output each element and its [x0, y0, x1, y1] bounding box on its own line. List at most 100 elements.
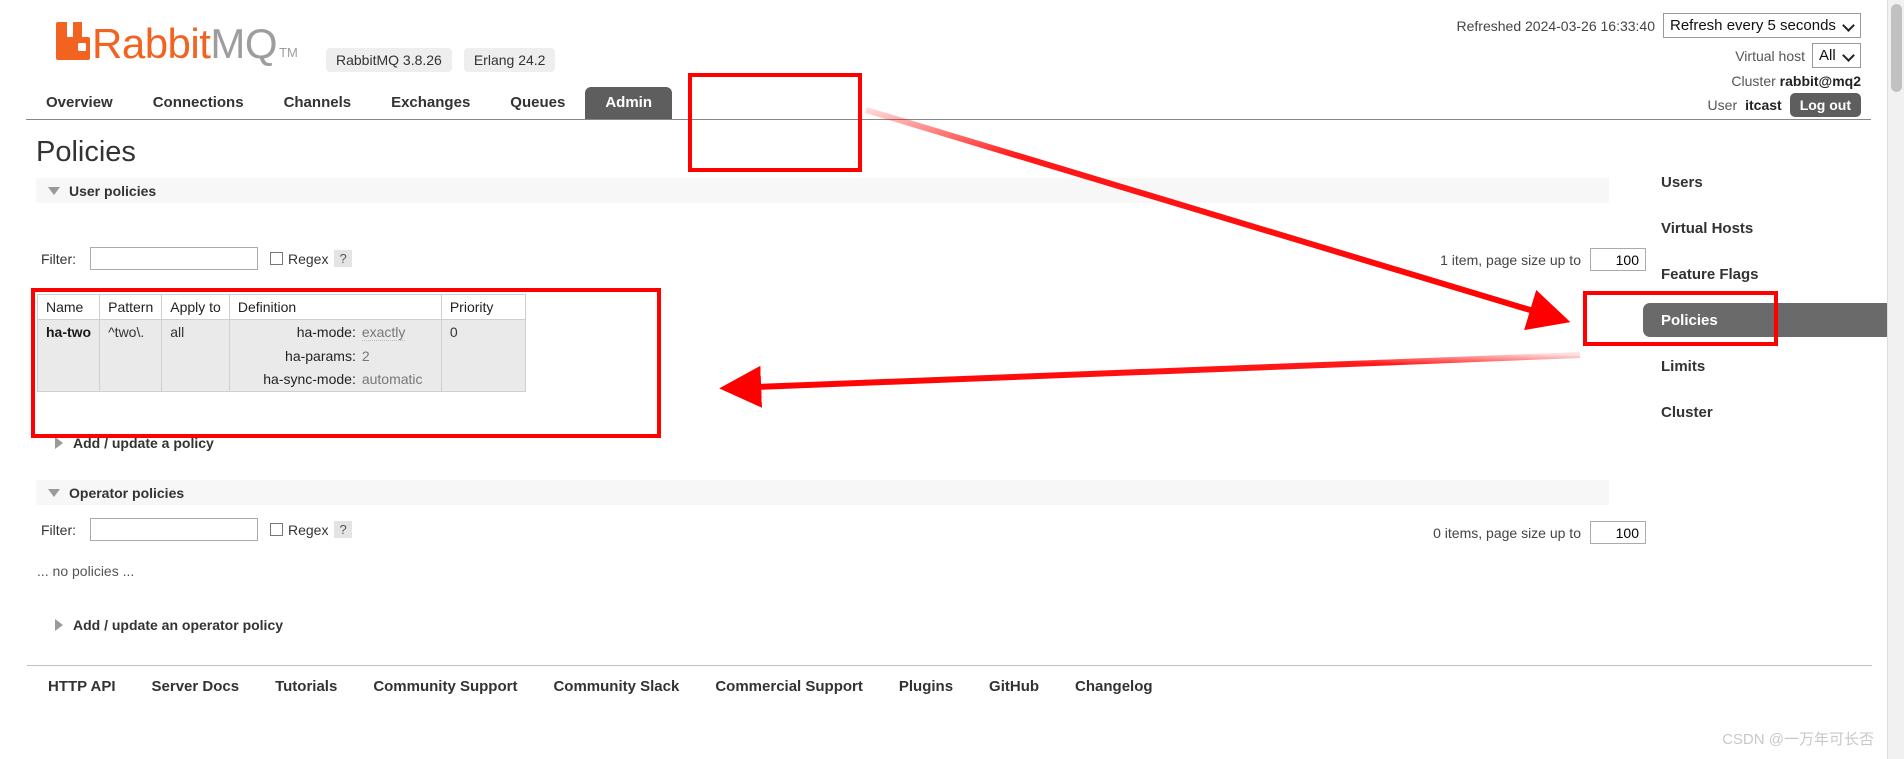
sidebar-item-label: Users — [1661, 173, 1703, 191]
footer-link-plugins[interactable]: Plugins — [899, 678, 953, 695]
vhost-select-wrap[interactable]: All — [1812, 43, 1861, 68]
user-policies-pagination: 1 item, page size up to — [1440, 248, 1646, 271]
annotation-arrow-policies-to-table — [719, 352, 1581, 408]
chevron-right-icon — [55, 437, 63, 449]
rabbitmq-logo[interactable]: Rabbit MQ TM — [56, 22, 298, 65]
tab-queues[interactable]: Queues — [490, 87, 585, 119]
definition-key: ha-sync-mode: — [263, 371, 356, 387]
user-filter-label: Filter: — [41, 250, 76, 267]
logo-text-mq: MQ — [210, 20, 278, 67]
definition-item: ha-sync-mode: automatic — [238, 371, 433, 387]
definition-key: ha-mode: — [296, 324, 356, 340]
sidebar-item-feature-flags[interactable]: Feature Flags — [1643, 257, 1887, 291]
sidebar-item-label: Virtual Hosts — [1661, 219, 1754, 237]
footer-link-changelog[interactable]: Changelog — [1075, 678, 1153, 695]
vhost-label: Virtual host — [1735, 47, 1805, 64]
sidebar-item-users[interactable]: Users — [1643, 165, 1887, 199]
col-pattern[interactable]: Pattern — [99, 294, 163, 320]
user-pagination-text: 1 item, page size up to — [1440, 251, 1581, 268]
add-update-policy-label: Add / update a policy — [73, 435, 214, 451]
col-apply-to[interactable]: Apply to — [161, 294, 230, 320]
rabbitmq-management-page: Rabbit MQ TM RabbitMQ 3.8.26 Erlang 24.2 … — [0, 0, 1904, 759]
refreshed-timestamp: Refreshed 2024-03-26 16:33:40 — [1456, 17, 1655, 34]
vhost-select[interactable]: All — [1812, 43, 1861, 68]
erlang-version-pill: Erlang 24.2 — [463, 48, 556, 72]
scrollbar-thumb[interactable] — [1891, 4, 1902, 92]
footer-link-github[interactable]: GitHub — [989, 678, 1039, 695]
main-navigation: Overview Connections Channels Exchanges … — [26, 86, 1871, 120]
sidebar-item-virtual-hosts[interactable]: Virtual Hosts — [1643, 211, 1887, 245]
col-priority[interactable]: Priority — [440, 294, 526, 320]
operator-policies-section-label: Operator policies — [69, 484, 185, 501]
user-regex-checkbox[interactable] — [270, 252, 283, 265]
operator-policies-filter-row: Filter: Regex ? — [41, 518, 352, 541]
footer-link-tutorials[interactable]: Tutorials — [275, 678, 337, 695]
col-definition[interactable]: Definition — [228, 294, 442, 320]
footer-link-community-slack[interactable]: Community Slack — [553, 678, 679, 695]
refresh-interval-select[interactable]: Refresh every 5 seconds — [1663, 13, 1861, 38]
page-title: Policies — [36, 136, 136, 168]
user-policies-table: Name Pattern Apply to Definition Priorit… — [36, 294, 526, 392]
sidebar-item-label: Limits — [1661, 357, 1706, 375]
definition-value: automatic — [361, 371, 423, 387]
definition-value: exactly — [361, 324, 406, 341]
sidebar-item-cluster[interactable]: Cluster — [1643, 395, 1887, 429]
vertical-scrollbar[interactable] — [1887, 0, 1904, 759]
user-policies-section-label: User policies — [69, 182, 157, 199]
annotation-arrow-admin-to-policies — [865, 107, 1571, 331]
tab-overview[interactable]: Overview — [26, 87, 133, 119]
footer-link-commercial-support[interactable]: Commercial Support — [715, 678, 863, 695]
logo-text-rabbit: Rabbit — [92, 20, 211, 67]
user-policies-filter-input[interactable] — [90, 247, 258, 270]
user-policies-section-header[interactable]: User policies — [36, 178, 1609, 203]
footer-divider — [27, 665, 1872, 666]
operator-policies-section-header[interactable]: Operator policies — [36, 480, 1609, 505]
sidebar-item-limits[interactable]: Limits — [1643, 349, 1887, 383]
operator-filter-label: Filter: — [41, 521, 76, 538]
watermark: CSDN @一万年可长否 — [1722, 731, 1874, 748]
definition-item: ha-mode: exactly — [238, 324, 433, 341]
col-name[interactable]: Name — [36, 294, 101, 320]
sidebar-item-policies[interactable]: Policies — [1643, 303, 1887, 337]
table-row[interactable]: ha-two ^two\. all ha-mode: exactly ha-pa… — [36, 319, 526, 392]
cell-policy-name[interactable]: ha-two — [36, 319, 101, 392]
chevron-right-icon — [55, 619, 63, 631]
table-header-row: Name Pattern Apply to Definition Priorit… — [36, 294, 526, 320]
operator-regex-toggle[interactable]: Regex — [270, 522, 328, 538]
tab-channels[interactable]: Channels — [264, 87, 372, 119]
operator-regex-checkbox[interactable] — [270, 523, 283, 536]
operator-policies-pagination: 0 items, page size up to — [1433, 521, 1646, 544]
tab-admin[interactable]: Admin — [585, 87, 672, 119]
operator-pagination-text: 0 items, page size up to — [1433, 524, 1581, 541]
definition-list: ha-mode: exactly ha-params: 2 ha-sync-mo… — [238, 324, 433, 387]
operator-regex-label: Regex — [288, 521, 329, 538]
version-pills: RabbitMQ 3.8.26 Erlang 24.2 — [326, 48, 556, 72]
operator-page-size-input[interactable] — [1590, 521, 1646, 544]
operator-regex-help-icon[interactable]: ? — [334, 521, 352, 538]
admin-sidebar-menu: Users Virtual Hosts Feature Flags Polici… — [1643, 165, 1887, 441]
sidebar-item-label: Cluster — [1661, 403, 1713, 421]
refresh-interval-select-wrap[interactable]: Refresh every 5 seconds — [1663, 13, 1861, 38]
cell-policy-priority: 0 — [440, 319, 526, 392]
vhost-row: Virtual host All — [1457, 43, 1861, 68]
logo-trademark: TM — [279, 45, 298, 60]
chevron-down-icon — [48, 488, 60, 497]
add-update-operator-policy-toggle[interactable]: Add / update an operator policy — [55, 617, 283, 633]
footer-link-community-support[interactable]: Community Support — [373, 678, 517, 695]
user-regex-toggle[interactable]: Regex — [270, 251, 328, 267]
footer-link-server-docs[interactable]: Server Docs — [152, 678, 240, 695]
user-page-size-input[interactable] — [1590, 248, 1646, 271]
user-regex-help-icon[interactable]: ? — [334, 250, 352, 267]
sidebar-item-label: Feature Flags — [1661, 265, 1759, 283]
tab-exchanges[interactable]: Exchanges — [371, 87, 490, 119]
cell-policy-apply-to: all — [161, 319, 230, 392]
add-update-policy-toggle[interactable]: Add / update a policy — [55, 435, 214, 451]
tab-connections[interactable]: Connections — [133, 87, 264, 119]
user-policies-filter-row: Filter: Regex ? — [41, 247, 352, 270]
operator-policies-filter-input[interactable] — [90, 518, 258, 541]
definition-item: ha-params: 2 — [238, 348, 433, 364]
refresh-row: Refreshed 2024-03-26 16:33:40 Refresh ev… — [1457, 13, 1861, 38]
definition-key: ha-params: — [285, 348, 356, 364]
user-regex-label: Regex — [288, 250, 329, 267]
footer-link-http-api[interactable]: HTTP API — [48, 678, 116, 695]
